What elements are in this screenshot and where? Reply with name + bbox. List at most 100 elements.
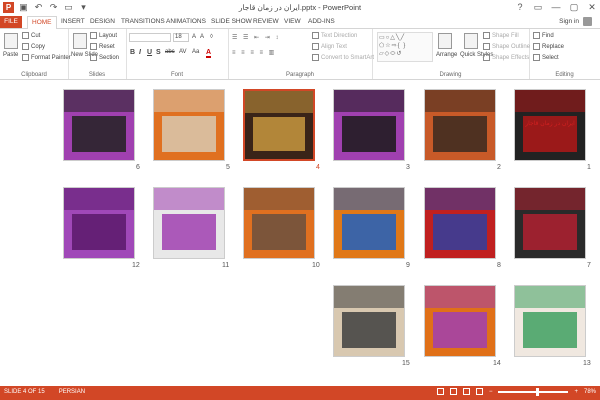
slide-thumbnail[interactable]: [333, 285, 405, 357]
zoom-slider[interactable]: [498, 387, 569, 396]
replace-button[interactable]: Replace: [533, 43, 564, 50]
slide-content-band: [245, 91, 313, 113]
grow-font-button[interactable]: A: [192, 34, 196, 40]
minimize-button[interactable]: —: [550, 1, 562, 13]
slide-number: 6: [136, 164, 140, 171]
shapes-gallery[interactable]: ▭○△╲╱ ⬠☆⇨{ } ▱◇⬭↺: [377, 32, 433, 62]
sign-in[interactable]: Sign in: [559, 17, 592, 26]
font-color-button[interactable]: A: [206, 49, 212, 58]
drawing-group: ▭○△╲╱ ⬠☆⇨{ } ▱◇⬭↺ Arrange Quick Styles Sha…: [372, 29, 530, 79]
paste-button[interactable]: Paste: [3, 52, 18, 58]
arrange-icon[interactable]: [438, 33, 452, 49]
language-indicator[interactable]: PERSIAN: [59, 389, 85, 395]
align-text-button[interactable]: Align Text: [312, 43, 347, 50]
reset-label: Reset: [99, 43, 115, 50]
italic-button[interactable]: I: [139, 49, 141, 56]
slide-thumbnail[interactable]: [424, 89, 496, 161]
find-button[interactable]: Find: [533, 32, 554, 39]
shrink-font-button[interactable]: A: [200, 34, 204, 40]
layout-button[interactable]: Layout: [90, 32, 117, 39]
slide-content-band: [334, 286, 404, 308]
zoom-out-button[interactable]: −: [489, 389, 493, 395]
slide-thumbnail[interactable]: [424, 187, 496, 259]
text-direction-button[interactable]: Text Direction: [312, 32, 357, 39]
tab-design[interactable]: DESIGN: [86, 16, 119, 28]
reading-view-icon[interactable]: [462, 388, 470, 395]
zoom-in-button[interactable]: +: [574, 389, 578, 395]
clear-format-icon[interactable]: ◊: [210, 34, 213, 40]
close-button[interactable]: ✕: [586, 1, 598, 13]
outline-icon: [483, 43, 490, 50]
shape-fill-button[interactable]: Shape Fill: [483, 32, 519, 39]
underline-button[interactable]: U: [147, 49, 152, 56]
avatar[interactable]: [583, 17, 592, 26]
slide-image: [252, 214, 306, 250]
slide-thumbnail[interactable]: [153, 89, 225, 161]
list-buttons[interactable]: ☰ ☰ ⇤ ⇥ ↕: [232, 34, 280, 41]
slide-thumbnail[interactable]: [333, 89, 405, 161]
tab-transitions[interactable]: TRANSITIONS: [117, 16, 169, 28]
zoom-level[interactable]: 78%: [584, 389, 596, 395]
tab-review[interactable]: REVIEW: [249, 16, 283, 28]
change-case-button[interactable]: Aa: [192, 49, 199, 55]
select-button[interactable]: Select: [533, 54, 559, 61]
shape-outline-button[interactable]: Shape Outline: [483, 43, 530, 50]
tab-add-ins[interactable]: ADD-INS: [304, 16, 339, 28]
help-button[interactable]: ?: [514, 1, 526, 13]
slide-number: 5: [226, 164, 230, 171]
normal-view-icon[interactable]: [436, 388, 444, 395]
sign-in-label[interactable]: Sign in: [559, 18, 579, 25]
tab-animations[interactable]: ANIMATIONS: [162, 16, 210, 28]
clipboard-group-label: Clipboard: [21, 72, 47, 78]
slide-thumbnail[interactable]: [243, 187, 315, 259]
bold-button[interactable]: B: [130, 49, 135, 56]
arrange-button[interactable]: Arrange: [436, 52, 457, 58]
reset-button[interactable]: Reset: [90, 43, 115, 50]
slide-thumbnail[interactable]: [514, 285, 586, 357]
align-buttons[interactable]: ≡ ≡ ≡ ≡ ▥: [232, 49, 276, 56]
slide-content-band: [64, 90, 134, 112]
ribbon-display-options-button[interactable]: ▭: [532, 1, 544, 13]
slide-thumbnail[interactable]: [153, 187, 225, 259]
text-shadow-button[interactable]: S: [156, 49, 161, 56]
slide-thumbnail[interactable]: ایران در زمان قاجار: [514, 89, 586, 161]
zoom-slider-knob[interactable]: [536, 387, 540, 396]
slide-thumbnail[interactable]: [514, 187, 586, 259]
tab-home[interactable]: HOME: [27, 16, 57, 30]
quick-styles-icon[interactable]: [464, 33, 478, 49]
slide-image: [162, 116, 216, 152]
tab-file[interactable]: FILE: [0, 16, 22, 28]
tab-insert[interactable]: INSERT: [57, 16, 89, 28]
new-slide-icon[interactable]: [73, 33, 87, 49]
window-title: ایران در زمان قاجار.pptx - PowerPoint: [238, 3, 362, 12]
cut-button[interactable]: Cut: [22, 32, 40, 39]
editing-group-label: Editing: [555, 72, 574, 78]
slide-number: 10: [312, 262, 320, 269]
effects-icon: [483, 54, 490, 61]
font-size-field[interactable]: 18: [173, 33, 189, 42]
slide-thumbnail[interactable]: [424, 285, 496, 357]
convert-smartart-button[interactable]: Convert to SmartArt: [312, 54, 374, 61]
slide-thumbnail[interactable]: [243, 89, 315, 161]
strikethrough-button[interactable]: abc: [165, 49, 175, 55]
character-spacing-button[interactable]: AV: [179, 49, 187, 55]
slide-number: 15: [402, 360, 410, 367]
slide-thumbnail[interactable]: [63, 187, 135, 259]
slide-sorter-view-icon[interactable]: [449, 388, 457, 395]
tab-view[interactable]: VIEW: [280, 16, 305, 28]
section-button[interactable]: Section: [90, 54, 119, 61]
slide-number: 4: [316, 164, 320, 171]
font-name-field[interactable]: [129, 33, 171, 42]
slide-image: [433, 116, 487, 152]
slideshow-view-icon[interactable]: [475, 388, 483, 395]
shape-effects-button[interactable]: Shape Effects: [483, 54, 529, 61]
cut-label: Cut: [31, 32, 41, 39]
copy-button[interactable]: Copy: [22, 43, 45, 50]
format-painter-button[interactable]: Format Painter: [22, 54, 71, 61]
maximize-button[interactable]: ▢: [568, 1, 580, 13]
paste-icon[interactable]: [4, 33, 18, 49]
slide-thumbnail[interactable]: [63, 89, 135, 161]
slide-thumbnail[interactable]: [333, 187, 405, 259]
slide-image: [342, 312, 396, 348]
slide-number: 13: [583, 360, 591, 367]
